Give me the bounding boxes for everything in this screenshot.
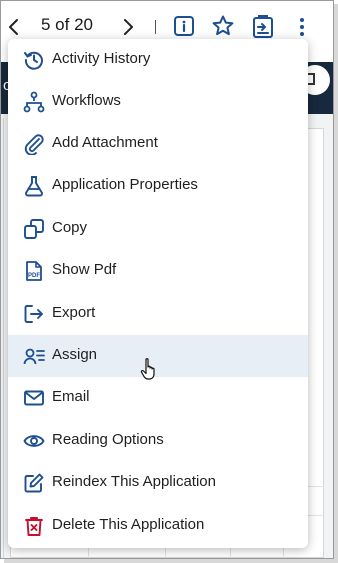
hand-pointer-cursor xyxy=(140,358,155,380)
workflow-icon xyxy=(23,91,45,113)
page-counter: 5 of 20 xyxy=(41,15,93,34)
more-vertical-icon[interactable] xyxy=(296,15,308,39)
svg-text:PDF: PDF xyxy=(28,273,40,279)
edit-icon xyxy=(24,473,44,493)
menu-item-show-pdf[interactable]: PDF Show Pdf xyxy=(8,250,308,292)
menu-item-application-properties[interactable]: Application Properties xyxy=(8,165,308,207)
menu-item-copy[interactable]: Copy xyxy=(8,208,308,250)
star-icon[interactable] xyxy=(211,14,235,38)
nav-separator xyxy=(155,20,156,34)
menu-item-label: Export xyxy=(52,304,96,321)
menu-item-reading-options[interactable]: Reading Options xyxy=(8,420,308,462)
info-icon[interactable] xyxy=(173,15,195,37)
sidebar-edge xyxy=(3,118,4,558)
menu-item-label: Assign xyxy=(52,346,98,363)
menu-item-label: Add Attachment xyxy=(52,134,158,151)
pdf-icon: PDF xyxy=(26,261,42,281)
menu-item-label: Delete This Application xyxy=(52,516,205,533)
menu-item-label: Show Pdf xyxy=(52,261,117,278)
assign-user-icon xyxy=(23,348,45,365)
menu-item-label: Application Properties xyxy=(52,176,198,193)
flask-icon xyxy=(25,176,43,197)
menu-item-activity-history[interactable]: Activity History xyxy=(8,39,308,81)
eye-icon xyxy=(23,435,45,447)
menu-item-export[interactable]: Export xyxy=(8,293,308,335)
email-icon xyxy=(24,390,44,406)
menu-item-add-attachment[interactable]: Add Attachment xyxy=(8,123,308,165)
chevron-right-icon[interactable] xyxy=(120,16,136,38)
trash-icon xyxy=(25,517,43,536)
menu-item-label: Reading Options xyxy=(52,431,164,448)
export-icon xyxy=(24,305,43,323)
actions-dropdown-menu: Activity History Workflows Add Attachmen… xyxy=(8,39,308,548)
copy-icon xyxy=(24,219,44,239)
paperclip-icon xyxy=(24,134,44,155)
menu-item-delete-application[interactable]: Delete This Application xyxy=(8,505,308,547)
menu-item-label: Activity History xyxy=(52,50,151,67)
assign-clipboard-icon[interactable] xyxy=(251,13,275,39)
menu-item-label: Reindex This Application xyxy=(52,473,216,490)
menu-item-label: Email xyxy=(52,388,90,405)
frame-shadow xyxy=(334,4,338,563)
menu-item-label: Copy xyxy=(52,219,88,236)
chevron-left-icon[interactable] xyxy=(6,16,22,38)
frame-shadow xyxy=(4,559,338,563)
menu-item-workflows[interactable]: Workflows xyxy=(8,81,308,123)
menu-item-label: Workflows xyxy=(52,92,121,109)
history-icon xyxy=(24,51,43,70)
menu-item-reindex-application[interactable]: Reindex This Application xyxy=(8,462,308,504)
menu-item-email[interactable]: Email xyxy=(8,377,308,419)
